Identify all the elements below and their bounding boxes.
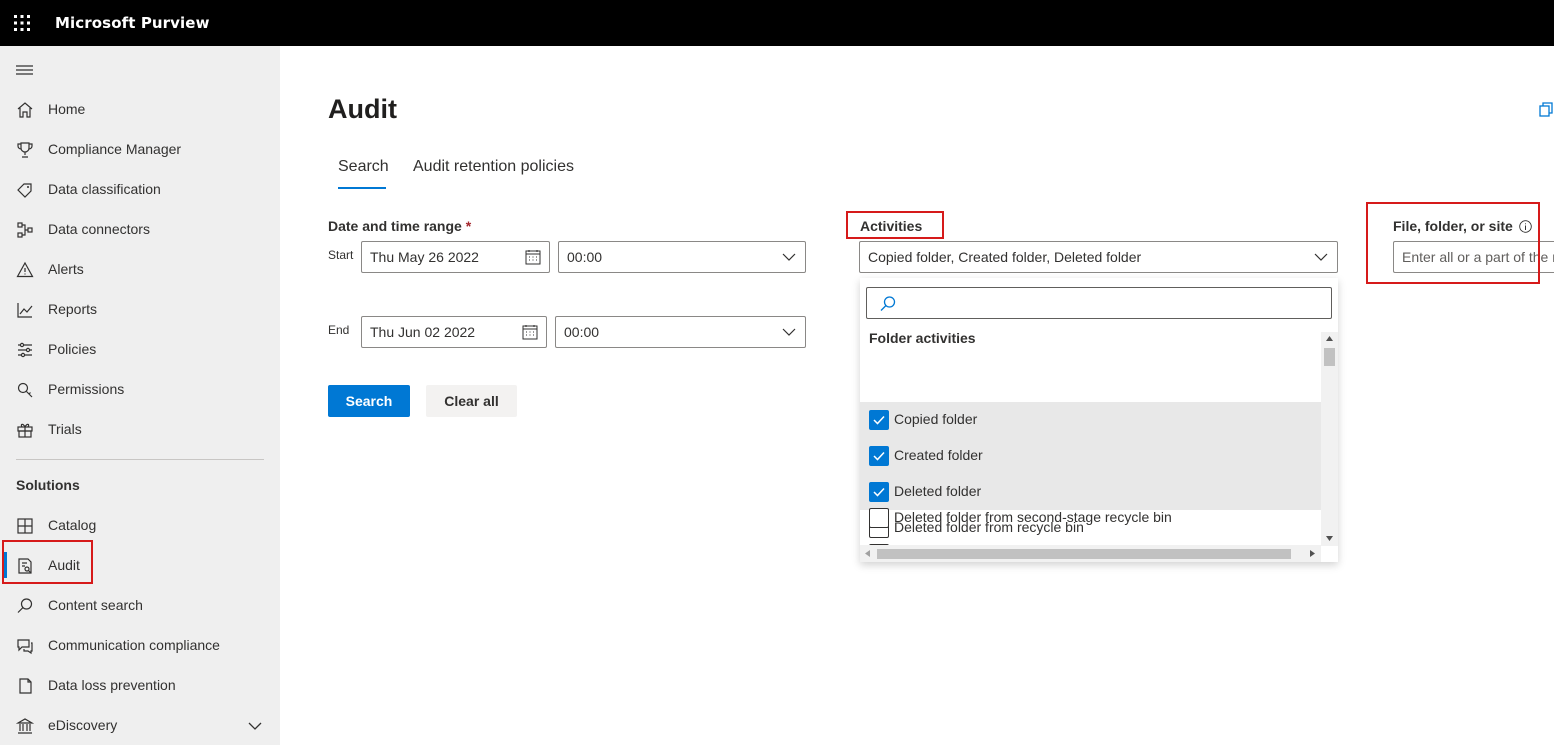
calendar-icon[interactable] (525, 249, 541, 265)
horizontal-scrollbar[interactable] (860, 545, 1321, 562)
chart-icon (16, 301, 34, 319)
vertical-scrollbar[interactable] (1321, 332, 1338, 546)
menu-toggle-icon[interactable] (16, 62, 34, 76)
tag-icon (16, 181, 34, 199)
search-button[interactable]: Search (328, 385, 410, 417)
sliders-icon (16, 341, 34, 359)
date-range-label-text: Date and time range (328, 218, 462, 234)
sidebar-item-communication-compliance[interactable]: Communication compliance (0, 626, 280, 666)
start-label: Start (328, 248, 354, 262)
sidebar-item-content-search[interactable]: Content search (0, 586, 280, 626)
courthouse-icon (15, 717, 35, 735)
end-label: End (328, 323, 350, 337)
checkmark-icon (873, 451, 885, 461)
sidebar-item-home[interactable]: Home (0, 90, 280, 130)
option-label: Created folder (894, 447, 983, 463)
scroll-down-icon (1326, 536, 1333, 541)
start-date-value: Thu May 26 2022 (370, 249, 479, 265)
highlight-box-activities (846, 211, 944, 239)
scroll-up-icon (1326, 336, 1333, 341)
end-date-picker[interactable]: Thu Jun 02 2022 (361, 316, 547, 348)
sidebar-item-policies[interactable]: Policies (0, 330, 280, 370)
end-time-value: 00:00 (564, 324, 600, 340)
horizontal-scroll-thumb[interactable] (877, 549, 1291, 559)
app-launcher-icon[interactable] (0, 0, 44, 46)
folder-activities-group-label: Folder activities (869, 330, 976, 346)
sidebar-item-compliance-manager[interactable]: Compliance Manager (0, 130, 280, 170)
end-time-dropdown[interactable]: 00:00 (555, 316, 806, 348)
option-label: Deleted folder (894, 483, 982, 499)
option-label: Deleted folder from second-stage recycle… (894, 509, 1172, 525)
sidebar-item-data-loss-prevention[interactable]: Data loss prevention (0, 666, 280, 706)
calendar-icon[interactable] (522, 324, 538, 340)
chat-icon (16, 637, 34, 655)
app-title[interactable]: Microsoft Purview (55, 14, 210, 32)
shield-doc-icon (16, 677, 34, 695)
connector-icon (16, 221, 34, 239)
end-date-value: Thu Jun 02 2022 (370, 324, 476, 340)
option-label: Copied folder (894, 411, 978, 427)
start-time-dropdown[interactable]: 00:00 (558, 241, 806, 273)
checkbox-checked[interactable] (869, 482, 889, 502)
clear-all-button[interactable]: Clear all (426, 385, 517, 417)
sidebar-item-permissions[interactable]: Permissions (0, 370, 280, 410)
checkbox-unchecked[interactable] (869, 508, 889, 528)
search-icon (16, 597, 34, 615)
option-created-folder[interactable]: Created folder (860, 438, 1321, 474)
sidebar-divider (16, 459, 264, 460)
key-icon (16, 381, 34, 399)
required-mark: * (465, 218, 472, 234)
checkbox-checked[interactable] (869, 410, 889, 430)
chevron-down-icon[interactable] (248, 719, 262, 735)
date-range-label: Date and time range * (328, 218, 471, 234)
sidebar-item-data-connectors[interactable]: Data connectors (0, 210, 280, 250)
sidebar-item-trials[interactable]: Trials (0, 410, 280, 450)
top-bar: Microsoft Purview (0, 0, 1554, 46)
search-icon (880, 296, 896, 311)
checkmark-icon (873, 487, 885, 497)
tab-active-underline (338, 187, 386, 189)
option-deleted-folder-from-second-stage-recycle-bin[interactable]: Deleted folder from second-stage recycle… (860, 500, 1321, 536)
start-time-value: 00:00 (567, 249, 603, 265)
warning-icon (16, 261, 34, 279)
trophy-icon (16, 141, 34, 159)
activities-search-input[interactable] (866, 287, 1332, 319)
activities-value: Copied folder, Created folder, Deleted f… (868, 249, 1142, 265)
grid-icon (16, 517, 34, 535)
activities-dropdown[interactable]: Copied folder, Created folder, Deleted f… (859, 241, 1338, 273)
chevron-down-icon[interactable] (781, 249, 797, 265)
sidebar-item-data-classification[interactable]: Data classification (0, 170, 280, 210)
chevron-down-icon[interactable] (1313, 249, 1329, 265)
sidebar-section-solutions: Solutions (16, 477, 80, 493)
sidebar-item-reports[interactable]: Reports (0, 290, 280, 330)
vertical-scroll-thumb[interactable] (1324, 348, 1335, 366)
sidebar-item-alerts[interactable]: Alerts (0, 250, 280, 290)
gift-icon (16, 421, 34, 439)
highlight-box-file-folder-site (1366, 202, 1540, 284)
page-title: Audit (328, 94, 397, 124)
main-content: Audit Search Audit retention policies Da… (280, 46, 1554, 745)
tab-audit-retention-policies[interactable]: Audit retention policies (413, 158, 574, 176)
start-date-picker[interactable]: Thu May 26 2022 (361, 241, 550, 273)
option-copied-folder[interactable]: Copied folder (860, 402, 1321, 438)
checkmark-icon (873, 415, 885, 425)
tab-search[interactable]: Search (338, 158, 389, 176)
copy-icon[interactable] (1539, 102, 1554, 122)
checkbox-checked[interactable] (869, 446, 889, 466)
home-icon (16, 101, 34, 119)
sidebar: Home Compliance Manager Data classificat… (0, 46, 280, 745)
scroll-left-icon (865, 550, 870, 557)
sidebar-item-ediscovery[interactable]: eDiscovery (0, 706, 280, 745)
highlight-box-audit (2, 540, 93, 584)
scroll-right-icon (1310, 550, 1315, 557)
chevron-down-icon[interactable] (781, 324, 797, 340)
